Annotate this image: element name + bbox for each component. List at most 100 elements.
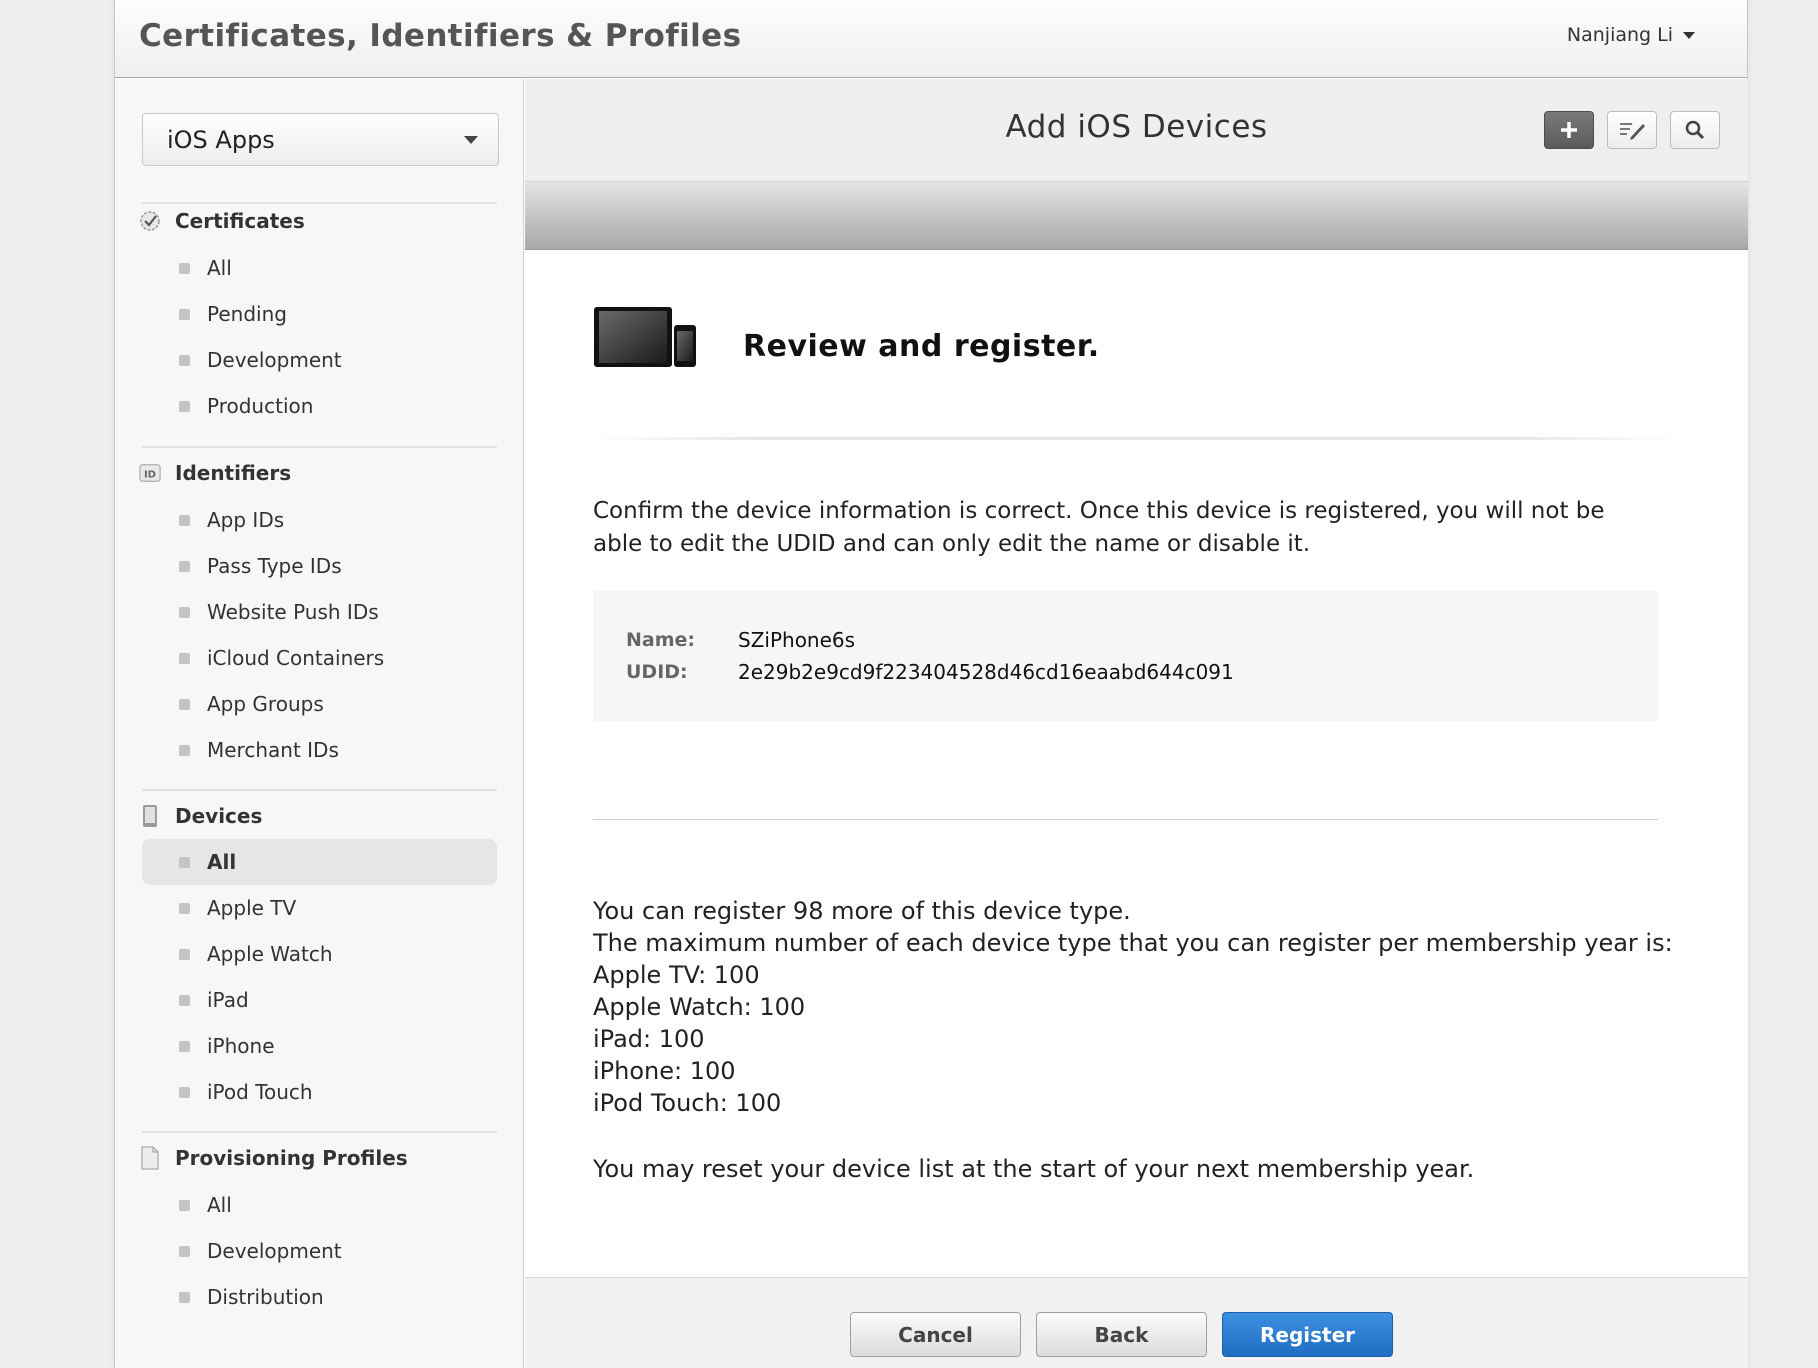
back-button[interactable]: Back bbox=[1036, 1312, 1207, 1357]
chevron-down-icon bbox=[1683, 31, 1695, 39]
sidebar-item-label: Pass Type IDs bbox=[207, 554, 342, 578]
sidebar: iOS Apps Certificates All Pending Develo… bbox=[115, 79, 524, 1368]
sidebar-divider bbox=[142, 1131, 497, 1133]
register-button[interactable]: Register bbox=[1222, 1312, 1393, 1357]
sidebar-item-label: Distribution bbox=[207, 1285, 324, 1309]
user-name: Nanjiang Li bbox=[1566, 24, 1673, 46]
sidebar-item-profiles-all[interactable]: All bbox=[142, 1182, 497, 1228]
bullet-icon bbox=[179, 745, 190, 756]
sidebar-item-iphone[interactable]: iPhone bbox=[142, 1023, 497, 1069]
confirm-text: Confirm the device information is correc… bbox=[593, 498, 1605, 557]
bullet-icon bbox=[179, 515, 190, 526]
divider bbox=[593, 437, 1679, 440]
sidebar-item-website-push-ids[interactable]: Website Push IDs bbox=[142, 589, 497, 635]
sidebar-item-profiles-development[interactable]: Development bbox=[142, 1228, 497, 1274]
id-badge-icon: ID bbox=[139, 462, 161, 484]
sidebar-item-label: iCloud Containers bbox=[207, 646, 385, 670]
platform-select[interactable]: iOS Apps bbox=[142, 113, 499, 166]
plus-icon bbox=[1561, 122, 1577, 138]
svg-text:ID: ID bbox=[144, 470, 156, 481]
sidebar-item-label: All bbox=[207, 850, 237, 874]
bullet-icon bbox=[179, 857, 190, 868]
ipad-iphone-icon bbox=[593, 305, 697, 373]
bullet-icon bbox=[179, 903, 190, 914]
sidebar-item-label: App Groups bbox=[207, 692, 324, 716]
cancel-button[interactable]: Cancel bbox=[850, 1312, 1021, 1357]
sidebar-item-profiles-distribution[interactable]: Distribution bbox=[142, 1274, 497, 1320]
limit-ipod-touch: iPod Touch: 100 bbox=[593, 1089, 782, 1117]
chevron-down-icon bbox=[464, 136, 478, 144]
section-title: Certificates bbox=[175, 209, 305, 233]
sidebar-item-app-groups[interactable]: App Groups bbox=[142, 681, 497, 727]
bullet-icon bbox=[179, 949, 190, 960]
bullet-icon bbox=[179, 1246, 190, 1257]
bullet-icon bbox=[179, 355, 190, 366]
section-title: Devices bbox=[175, 804, 263, 828]
udid-label: UDID: bbox=[626, 661, 688, 683]
sidebar-divider bbox=[142, 202, 497, 204]
limit-iphone: iPhone: 100 bbox=[593, 1057, 736, 1085]
sidebar-item-label: Apple Watch bbox=[207, 942, 333, 966]
limit-apple-watch: Apple Watch: 100 bbox=[593, 993, 806, 1021]
sidebar-item-label: iPhone bbox=[207, 1034, 275, 1058]
section-band bbox=[525, 182, 1748, 250]
site-title: Certificates, Identifiers & Profiles bbox=[139, 18, 742, 54]
bullet-icon bbox=[179, 309, 190, 320]
sidebar-divider bbox=[142, 789, 497, 791]
sidebar-item-merchant-ids[interactable]: Merchant IDs bbox=[142, 727, 497, 773]
sidebar-item-label: Development bbox=[207, 1239, 342, 1263]
document-icon bbox=[139, 1146, 161, 1170]
section-title: Provisioning Profiles bbox=[175, 1146, 408, 1170]
step-heading: Review and register. bbox=[743, 329, 1100, 364]
bullet-icon bbox=[179, 263, 190, 274]
sidebar-item-certificates-production[interactable]: Production bbox=[142, 383, 497, 429]
bullet-icon bbox=[179, 1200, 190, 1211]
sidebar-item-apple-tv[interactable]: Apple TV bbox=[142, 885, 497, 931]
sidebar-item-label: iPad bbox=[207, 988, 249, 1012]
sidebar-item-label: All bbox=[207, 256, 232, 280]
bullet-icon bbox=[179, 995, 190, 1006]
device-icon bbox=[139, 805, 161, 827]
certificate-badge-icon bbox=[139, 210, 161, 232]
sidebar-item-certificates-all[interactable]: All bbox=[142, 245, 497, 291]
bullet-icon bbox=[179, 699, 190, 710]
add-button[interactable] bbox=[1544, 111, 1594, 149]
user-menu[interactable]: Nanjiang Li bbox=[1567, 24, 1695, 46]
bullet-icon bbox=[179, 401, 190, 412]
bullet-icon bbox=[179, 653, 190, 664]
sidebar-item-label: App IDs bbox=[207, 508, 285, 532]
divider bbox=[593, 819, 1658, 820]
bullet-icon bbox=[179, 607, 190, 618]
limit-ipad: iPad: 100 bbox=[593, 1025, 705, 1053]
sidebar-item-apple-watch[interactable]: Apple Watch bbox=[142, 931, 497, 977]
sidebar-item-label: Pending bbox=[207, 302, 287, 326]
name-label: Name: bbox=[626, 629, 696, 651]
device-info-box: Name: SZiPhone6s UDID: 2e29b2e9cd9f22340… bbox=[593, 591, 1658, 721]
sidebar-item-label: Merchant IDs bbox=[207, 738, 339, 762]
sidebar-item-certificates-development[interactable]: Development bbox=[142, 337, 497, 383]
sidebar-item-devices-all[interactable]: All bbox=[142, 839, 497, 885]
sidebar-item-ipod-touch[interactable]: iPod Touch bbox=[142, 1069, 497, 1115]
sidebar-item-app-ids[interactable]: App IDs bbox=[142, 497, 497, 543]
sidebar-divider bbox=[142, 446, 497, 448]
max-intro-text: The maximum number of each device type t… bbox=[593, 929, 1673, 957]
sidebar-item-label: Production bbox=[207, 394, 314, 418]
device-name-value: SZiPhone6s bbox=[738, 628, 856, 652]
section-devices: Devices bbox=[139, 804, 262, 828]
device-limits: You can register 98 more of this device … bbox=[593, 895, 1693, 1185]
edit-button[interactable] bbox=[1607, 111, 1657, 149]
edit-icon bbox=[1620, 123, 1645, 140]
sidebar-item-pass-type-ids[interactable]: Pass Type IDs bbox=[142, 543, 497, 589]
bullet-icon bbox=[179, 1292, 190, 1303]
search-button[interactable] bbox=[1670, 111, 1720, 149]
sidebar-item-certificates-pending[interactable]: Pending bbox=[142, 291, 497, 337]
app-window: Certificates, Identifiers & Profiles Nan… bbox=[114, 0, 1748, 1368]
top-bar: Certificates, Identifiers & Profiles Nan… bbox=[115, 0, 1747, 78]
sidebar-item-ipad[interactable]: iPad bbox=[142, 977, 497, 1023]
remaining-count-text: You can register 98 more of this device … bbox=[593, 897, 1131, 925]
platform-select-value: iOS Apps bbox=[167, 126, 275, 154]
section-title: Identifiers bbox=[175, 461, 292, 485]
reset-note: You may reset your device list at the st… bbox=[593, 1155, 1475, 1183]
sidebar-item-icloud-containers[interactable]: iCloud Containers bbox=[142, 635, 497, 681]
